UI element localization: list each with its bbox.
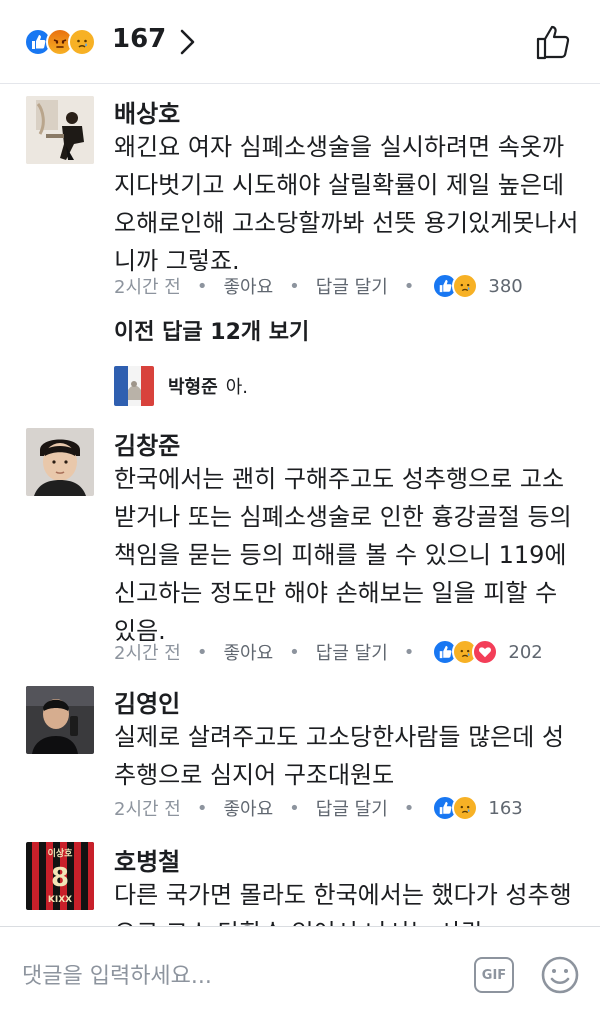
comment-meta: 2시간 전 • 좋아요 • 답글 달기 • 380 (114, 271, 523, 301)
reaction-summary[interactable] (24, 26, 96, 58)
separator: • (289, 797, 300, 819)
sad-icon (452, 273, 479, 299)
avatar[interactable] (114, 366, 154, 406)
chevron-right-icon[interactable] (174, 28, 200, 56)
sad-icon (452, 795, 479, 821)
separator: • (289, 275, 300, 297)
comment-author[interactable]: 김창준 (114, 426, 180, 461)
like-link[interactable]: 좋아요 (223, 273, 273, 299)
like-link[interactable]: 좋아요 (223, 795, 273, 821)
avatar[interactable]: 이상호 8 KIXX (26, 842, 94, 910)
comment-reactions[interactable] (432, 795, 479, 821)
reply-item: 박형준 아. (114, 366, 248, 406)
avatar[interactable] (26, 686, 94, 754)
emoji-icon[interactable] (540, 955, 580, 995)
reaction-count[interactable]: 380 (488, 276, 522, 297)
reactions-header: 167 (0, 0, 600, 84)
reaction-count[interactable]: 163 (488, 798, 522, 819)
reaction-total[interactable]: 167 (112, 24, 166, 54)
separator: • (403, 275, 415, 297)
comment-text: 실제로 살려주고도 고소당한사람들 많은데 성추행으로 심지어 구조대원도 (114, 723, 565, 789)
comment-time: 2시간 전 (114, 277, 181, 298)
comment-author[interactable]: 배상호 (114, 94, 180, 129)
comment-meta: 2시간 전 • 좋아요 • 답글 달기 • 202 (114, 637, 543, 667)
comment-text: 한국에서는 괜히 구해주고도 성추행으로 고소받거나 또는 심폐소생술로 인한 … (114, 465, 572, 645)
comment-input[interactable] (22, 959, 442, 993)
comment-author[interactable]: 김영인 (114, 684, 180, 719)
avatar[interactable] (26, 96, 94, 164)
comment-reactions[interactable] (432, 273, 479, 299)
comment-text: 왜긴요 여자 심폐소생술을 실시하려면 속옷까지다벗기고 시도해야 살릴확률이 … (114, 133, 579, 275)
comment-meta: 2시간 전 • 좋아요 • 답글 달기 • 163 (114, 793, 523, 823)
thumbs-up-icon[interactable] (534, 22, 574, 62)
jersey-sponsor: KIXX (48, 895, 72, 905)
separator: • (196, 275, 208, 297)
jersey-name: 이상호 (48, 847, 74, 859)
jersey-number: 8 (51, 863, 69, 893)
sad-icon (68, 28, 96, 56)
comment-time: 2시간 전 (114, 799, 181, 820)
reply-link[interactable]: 답글 달기 (316, 273, 388, 299)
like-link[interactable]: 좋아요 (223, 639, 273, 665)
comment-text: 다른 국가면 몰라도 한국에서는 했다가 성추행으로 고소 당할수 있어서 나서… (114, 881, 572, 926)
separator: • (196, 641, 208, 663)
avatar[interactable] (26, 428, 94, 496)
separator: • (403, 641, 415, 663)
comment-reactions[interactable] (432, 639, 499, 665)
reaction-count[interactable]: 202 (508, 642, 542, 663)
view-more-replies[interactable]: 이전 답글 12개 보기 (114, 314, 309, 346)
comment-composer: GIF (0, 926, 600, 1026)
comment-list[interactable]: 배상호 왜긴요 여자 심폐소생술을 실시하려면 속옷까지다벗기고 시도해야 살릴… (0, 84, 600, 926)
reply-link[interactable]: 답글 달기 (316, 795, 388, 821)
reply-author[interactable]: 박형준 (168, 373, 218, 399)
comment-time: 2시간 전 (114, 643, 181, 664)
reply-text: 아. (225, 377, 248, 398)
gif-button[interactable]: GIF (474, 957, 514, 993)
separator: • (196, 797, 208, 819)
separator: • (403, 797, 415, 819)
separator: • (289, 641, 300, 663)
comment-author[interactable]: 호병철 (114, 842, 180, 877)
heart-icon (472, 639, 499, 665)
reply-link[interactable]: 답글 달기 (316, 639, 388, 665)
